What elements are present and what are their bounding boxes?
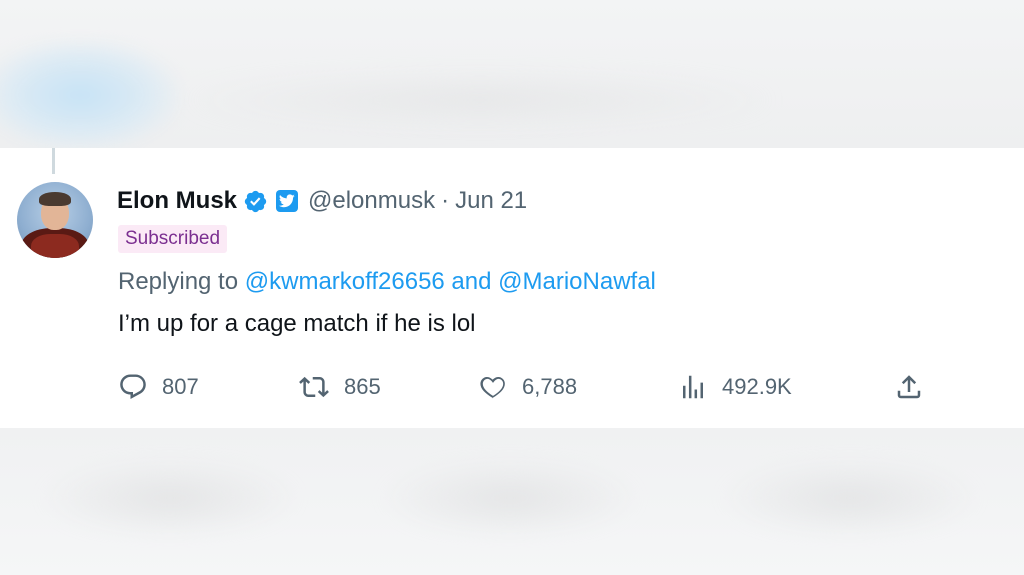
avatar[interactable] <box>17 182 93 258</box>
retweet-count: 865 <box>344 374 381 399</box>
blurred-next-content <box>0 428 1024 575</box>
like-count: 6,788 <box>522 374 578 399</box>
tweet-card[interactable]: Elon Musk @elonmusk · Jun 21 Subscribed … <box>0 148 1024 428</box>
tweet-header: Elon Musk @elonmusk · Jun 21 <box>117 186 527 216</box>
twitter-affiliation-icon[interactable] <box>276 190 299 212</box>
blurred-previous-tweet <box>0 0 1024 148</box>
tweet-date[interactable]: Jun 21 <box>455 187 527 215</box>
reply-icon <box>118 372 148 402</box>
reply-button[interactable]: 807 <box>118 370 199 404</box>
blurred-avatar <box>0 40 180 148</box>
views-button[interactable]: 492.9K <box>678 370 792 404</box>
tweet-text: I’m up for a cage match if he is lol <box>118 310 476 337</box>
share-button[interactable] <box>894 370 924 404</box>
reply-mention-kwmarkoff26656[interactable]: @kwmarkoff26656 <box>245 268 445 295</box>
reply-mention-joiner: and <box>444 268 499 295</box>
like-button[interactable]: 6,788 <box>478 370 577 404</box>
author-handle[interactable]: @elonmusk <box>308 187 435 215</box>
thread-connector-line <box>52 148 55 174</box>
retweet-button[interactable]: 865 <box>298 370 381 404</box>
analytics-icon <box>678 372 708 402</box>
separator-dot: · <box>441 187 450 214</box>
reply-count: 807 <box>162 374 199 399</box>
blurred-text <box>180 70 780 130</box>
replying-to-line: Replying to @kwmarkoff26656 and @MarioNa… <box>118 268 656 296</box>
view-count: 492.9K <box>722 374 792 399</box>
verified-badge-icon[interactable] <box>243 189 268 214</box>
heart-icon <box>478 372 508 402</box>
replying-to-prefix: Replying to <box>118 268 245 295</box>
retweet-icon <box>298 372 330 402</box>
author-name[interactable]: Elon Musk <box>117 187 237 215</box>
subscribed-badge: Subscribed <box>118 225 228 253</box>
share-icon <box>894 372 924 402</box>
reply-mention-marionawfal[interactable]: @MarioNawfal <box>498 268 656 295</box>
tweet-actions: 807 865 6,788 492.9K <box>118 370 938 404</box>
